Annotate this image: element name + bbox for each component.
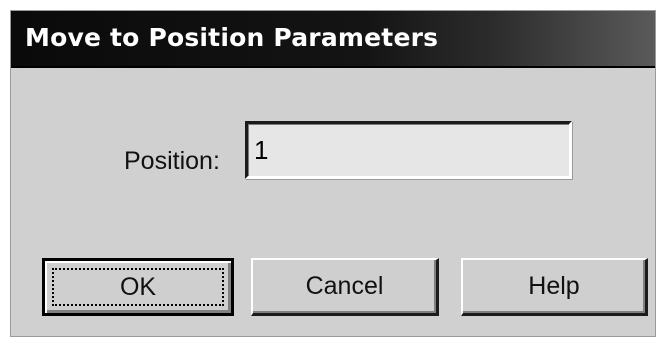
help-button[interactable]: Help xyxy=(461,258,648,316)
focus-ring xyxy=(52,268,224,306)
cancel-button[interactable]: Cancel xyxy=(251,258,439,316)
help-button-label: Help xyxy=(528,272,580,300)
cancel-button-label: Cancel xyxy=(305,272,384,300)
ok-button[interactable]: OK xyxy=(42,258,234,316)
move-to-position-dialog: Move to Position Parameters Position: OK… xyxy=(10,10,656,337)
title-bar[interactable]: Move to Position Parameters xyxy=(11,11,655,68)
dialog-title: Move to Position Parameters xyxy=(25,23,439,52)
position-input[interactable] xyxy=(245,121,572,179)
position-label: Position: xyxy=(124,147,220,175)
